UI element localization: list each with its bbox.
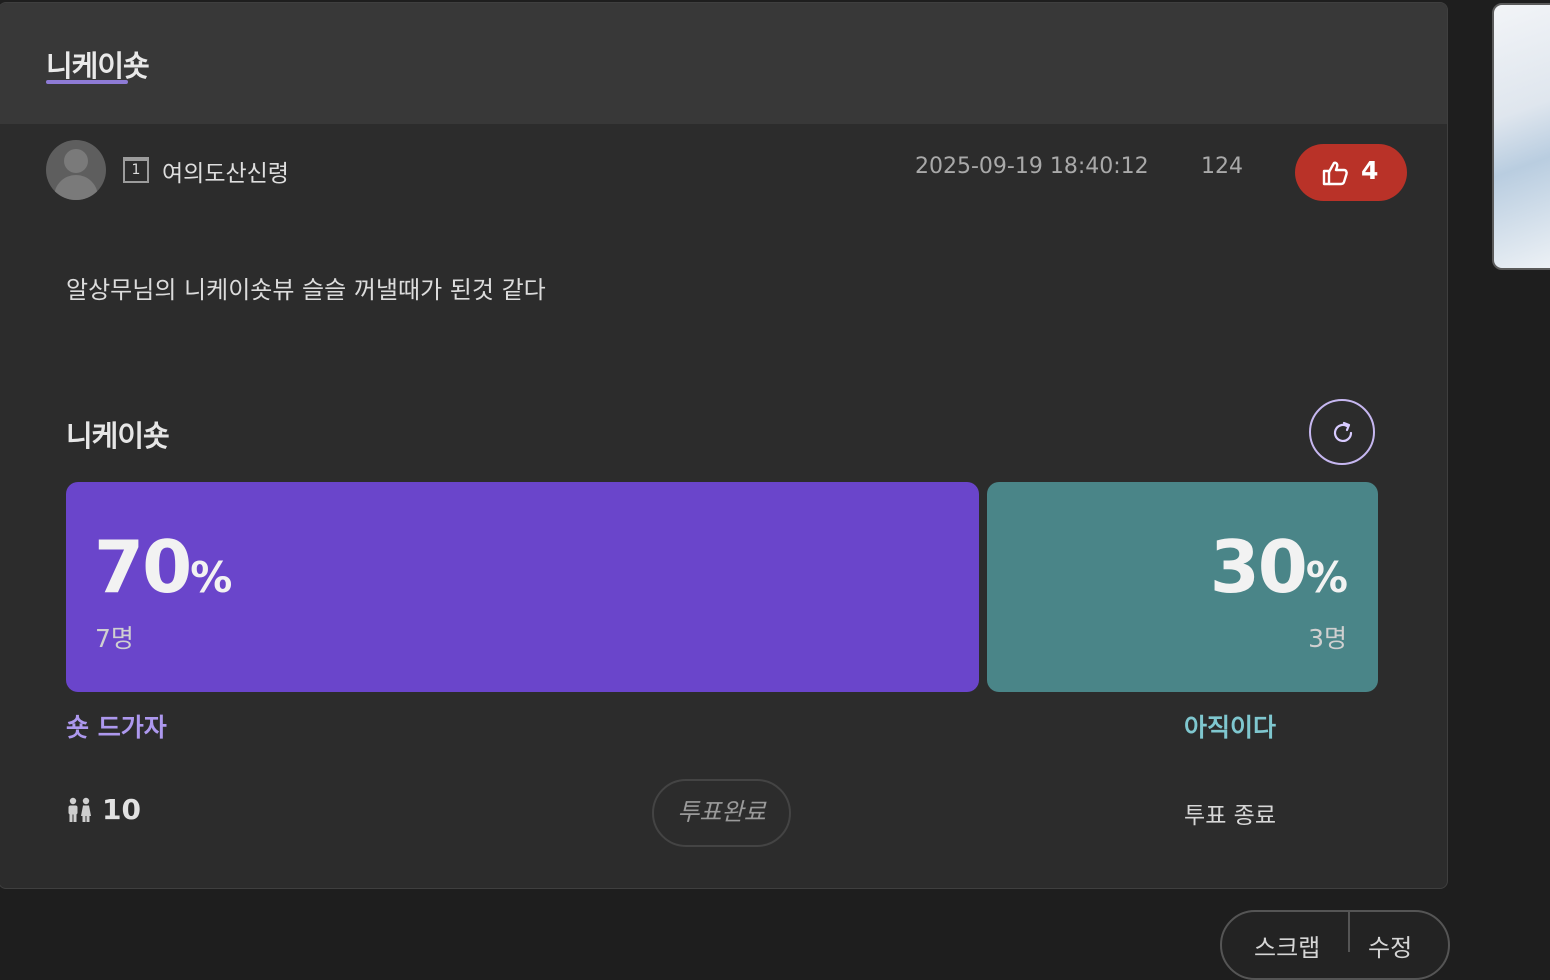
poll-option-2[interactable]: 30% 3명 [987, 482, 1378, 692]
post-card: 니케이숏 1 여의도산신령 2025-09-19 18:40:12 124 4 … [0, 2, 1448, 889]
option-2-label: 아직이다 [1183, 713, 1276, 742]
board-title[interactable]: 니케이숏 [46, 43, 150, 85]
people-icon [68, 797, 91, 822]
refresh-icon [1333, 421, 1353, 442]
poll-title: 니케이숏 [66, 419, 170, 453]
option-1-label: 숏 드가자 [66, 713, 167, 742]
poll-option-1[interactable]: 70% 7명 [66, 482, 979, 692]
option-1-percent-unit: % [190, 553, 233, 602]
option-2-count: 3명 [1308, 624, 1347, 653]
board-title-underline [46, 80, 128, 84]
avatar[interactable] [46, 140, 106, 200]
bottom-action-group: 스크랩 수정 [1220, 910, 1450, 980]
voters-total: 10 [102, 793, 141, 826]
option-1-percent-value: 70 [94, 525, 192, 609]
option-1-percent: 70% [94, 525, 232, 609]
like-count: 4 [1361, 156, 1379, 185]
option-1-count: 7명 [95, 624, 134, 653]
avatar-body [54, 175, 98, 200]
board-header: 니케이숏 [0, 3, 1447, 124]
avatar-head [64, 149, 88, 173]
option-2-percent: 30% [1210, 525, 1348, 609]
view-count: 124 [1201, 154, 1243, 179]
post-body: 알상무님의 니케이숏뷰 슬슬 꺼낼때가 된것 같다 [66, 276, 546, 304]
option-2-percent-unit: % [1305, 553, 1348, 602]
post-meta: 1 여의도산신령 2025-09-19 18:40:12 124 4 [0, 124, 1447, 214]
poll-refresh-button[interactable] [1309, 399, 1375, 465]
side-thumbnail-image[interactable] [1492, 3, 1550, 270]
vote-end-status: 투표 종료 [1184, 803, 1276, 829]
author-name[interactable]: 여의도산신령 [162, 154, 289, 188]
vote-complete-button[interactable]: 투표완료 [652, 779, 791, 847]
thumbs-up-icon [1322, 161, 1348, 186]
post-datetime: 2025-09-19 18:40:12 [915, 154, 1149, 179]
button-divider [1348, 912, 1350, 952]
like-button[interactable]: 4 [1295, 144, 1407, 201]
level-badge-icon: 1 [123, 157, 149, 183]
option-2-percent-value: 30 [1209, 525, 1308, 609]
